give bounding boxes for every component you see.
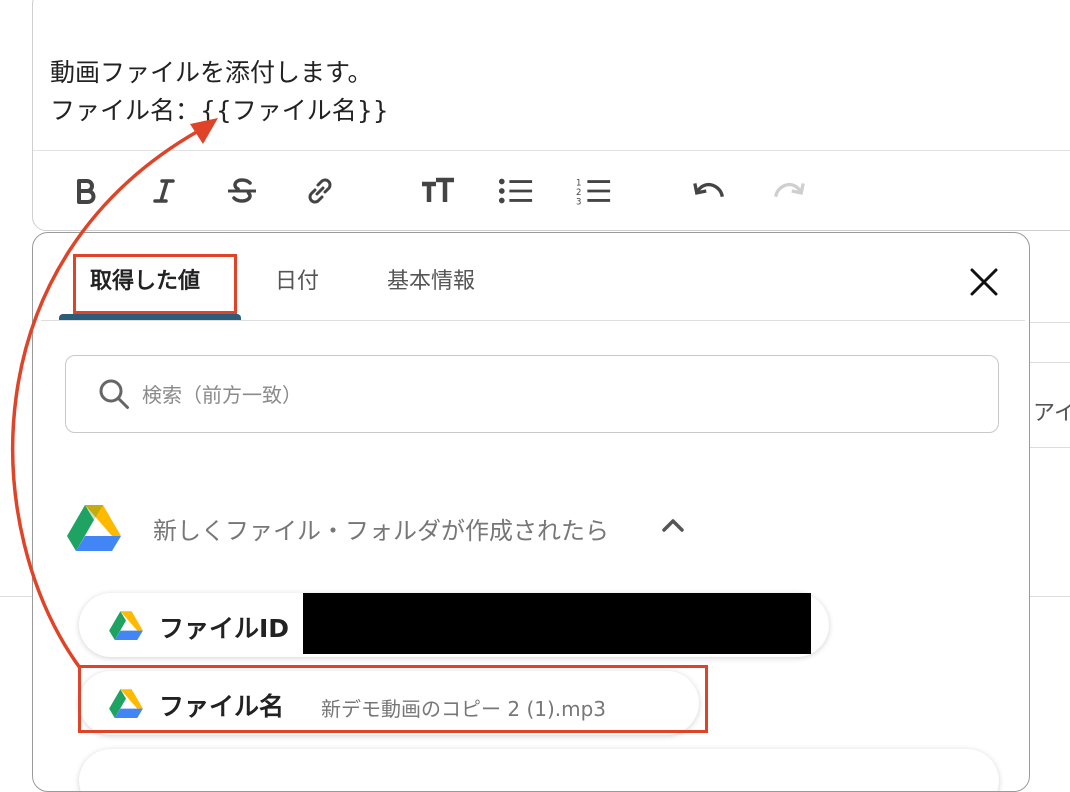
strikethrough-icon: [228, 178, 256, 203]
editor-content[interactable]: 動画ファイルを添付します。 ファイル名：{{ファイル名}}: [50, 54, 389, 130]
tab-basic-info[interactable]: 基本情報: [387, 263, 475, 295]
link-icon: [308, 178, 332, 204]
text-size-icon: [422, 177, 454, 202]
link-button[interactable]: [302, 172, 338, 210]
numbered-list-icon: 123: [576, 178, 611, 206]
bullet-list-button[interactable]: [498, 172, 534, 210]
google-drive-icon: [67, 505, 121, 551]
undo-icon: [693, 182, 724, 198]
chevron-up-icon: [662, 519, 684, 532]
search-icon: [99, 379, 129, 409]
section-title: 新しくファイル・フォルダが作成されたら: [153, 517, 609, 545]
trigger-section-header[interactable]: 新しくファイル・フォルダが作成されたら: [67, 501, 767, 561]
background-divider: [1030, 596, 1070, 597]
italic-icon: [153, 179, 175, 203]
background-divider: [1030, 322, 1070, 323]
tabs-divider: [41, 320, 1025, 321]
tab-date[interactable]: 日付: [275, 263, 319, 295]
list-item[interactable]: [79, 749, 999, 791]
background-divider: [0, 596, 32, 597]
editor-line-1: 動画ファイルを添付します。: [50, 58, 373, 87]
redo-button[interactable]: [770, 172, 806, 210]
svg-text:3: 3: [576, 197, 581, 206]
strikethrough-button[interactable]: [224, 172, 260, 210]
redacted-value: [303, 593, 811, 654]
bold-icon: [77, 179, 96, 204]
list-item-file-id[interactable]: ファイルID: [79, 593, 829, 657]
svg-text:1: 1: [576, 178, 581, 188]
highlight-box: [78, 665, 708, 733]
search-input[interactable]: [140, 376, 944, 414]
editor-line-2: ファイル名：{{ファイル名}}: [50, 96, 389, 125]
editor-divider: [33, 150, 1070, 151]
bold-button[interactable]: [68, 172, 104, 210]
google-drive-icon: [109, 611, 143, 640]
italic-button[interactable]: [146, 172, 182, 210]
close-icon: [970, 268, 998, 296]
item-label: ファイルID: [159, 614, 290, 643]
bullet-list-icon: [498, 178, 533, 204]
highlight-box: [73, 254, 237, 314]
svg-text:2: 2: [576, 188, 581, 198]
search-box[interactable]: [65, 355, 999, 433]
undo-button[interactable]: [692, 172, 728, 210]
text-size-button[interactable]: [420, 172, 456, 210]
numbered-list-button[interactable]: 123: [576, 172, 612, 210]
close-button[interactable]: [967, 265, 1001, 299]
redo-icon: [774, 182, 805, 198]
